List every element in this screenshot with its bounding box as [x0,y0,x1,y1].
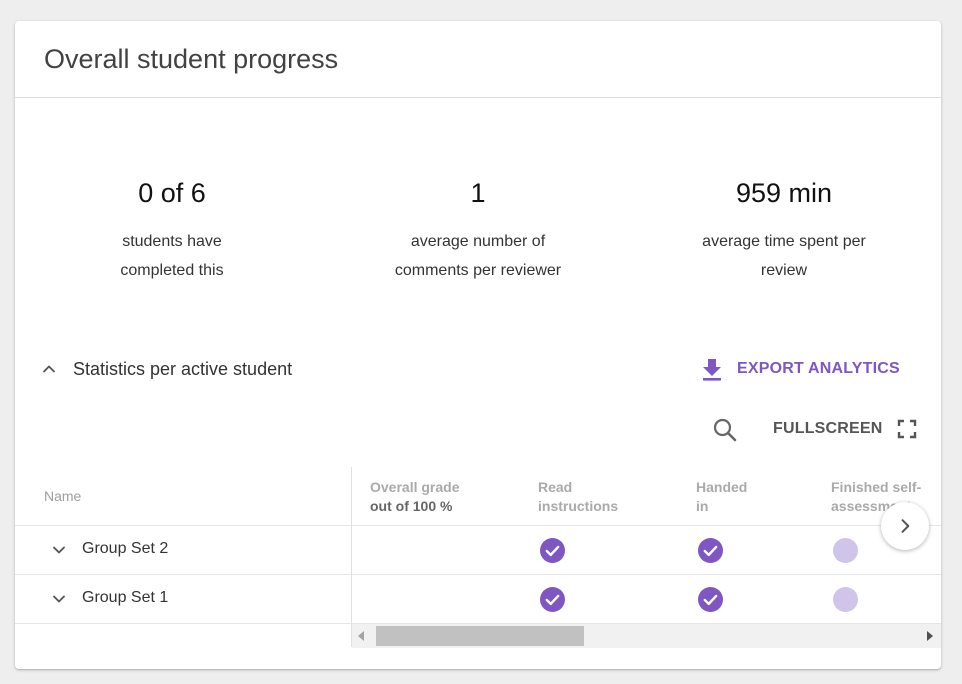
stat-label-line: average number of [410,233,546,250]
download-icon [703,359,721,381]
card-header: Overall student progress [15,21,941,98]
check-circle-icon [540,587,565,612]
stat-label-line: review [760,262,808,279]
stat-time: 959 min average time spent per review [664,177,904,285]
export-analytics-button[interactable]: EXPORT ANALYTICS [701,353,900,385]
column-header-label: Finished self- [831,479,922,495]
check-circle-icon [698,538,723,563]
scroll-left-arrow-icon[interactable] [358,631,364,641]
page-title: Overall student progress [44,43,339,74]
section-title: Statistics per active student [73,359,293,379]
column-header-label: Read [538,479,573,495]
stat-value: 959 min [735,178,833,208]
stat-label-line: comments per reviewer [394,262,562,279]
fullscreen-icon [897,419,916,439]
column-divider [351,467,352,647]
horizontal-scrollbar[interactable] [352,624,941,648]
table-row: Group Set 2 [15,526,941,575]
export-analytics-label: EXPORT ANALYTICS [737,360,900,377]
stat-label: students have completed this [52,227,292,285]
stat-label: average number of comments per reviewer [358,227,598,285]
stat-value: 1 [470,178,486,208]
stat-completed: 0 of 6 students have completed this [52,177,292,285]
empty-circle-icon [833,538,858,563]
table-header: Name Overall grade out of 100 % Read ins… [15,467,941,526]
fullscreen-label: FULLSCREEN [773,420,883,437]
stat-label-line: average time spent per [702,233,866,250]
chevron-right-icon [901,519,910,533]
column-header-handed-in[interactable]: Handed in [696,478,747,516]
table-row: Group Set 1 [15,575,941,624]
scrollbar-thumb[interactable] [376,626,584,646]
fullscreen-button[interactable]: FULLSCREEN [773,413,917,445]
table-toolbar: FULLSCREEN [15,413,941,445]
column-header-label: Overall grade [370,479,460,495]
scroll-right-arrow-icon[interactable] [927,631,933,641]
statistics-section-header: Statistics per active student EXPORT ANA… [15,353,941,385]
row-name: Group Set 2 [82,540,169,557]
summary-stats: 0 of 6 students have completed this 1 av… [15,177,941,287]
progress-card: Overall student progress 0 of 6 students… [15,21,941,669]
chevron-down-icon[interactable] [49,589,69,609]
chevron-up-icon[interactable] [39,359,59,379]
stat-label: average time spent per review [664,227,904,285]
stat-value: 0 of 6 [138,178,206,208]
column-header-read-instructions[interactable]: Read instructions [538,478,618,516]
stat-comments: 1 average number of comments per reviewe… [358,177,598,285]
column-header-label: Name [44,488,82,504]
column-header-sublabel: out of 100 % [370,498,453,514]
empty-circle-icon [833,587,858,612]
column-header-name[interactable]: Name [44,487,81,506]
search-icon[interactable] [711,416,739,444]
column-header-overall-grade[interactable]: Overall grade out of 100 % [370,478,460,516]
scroll-right-button[interactable] [881,502,929,550]
check-circle-icon [540,538,565,563]
column-header-label: instructions [538,498,619,514]
column-header-label: Handed [696,479,748,495]
check-circle-icon [698,587,723,612]
chevron-down-icon[interactable] [49,540,69,560]
row-name: Group Set 1 [82,589,169,606]
column-header-label: in [696,498,709,514]
stat-label-line: students have [122,233,222,250]
stat-label-line: completed this [120,262,224,279]
